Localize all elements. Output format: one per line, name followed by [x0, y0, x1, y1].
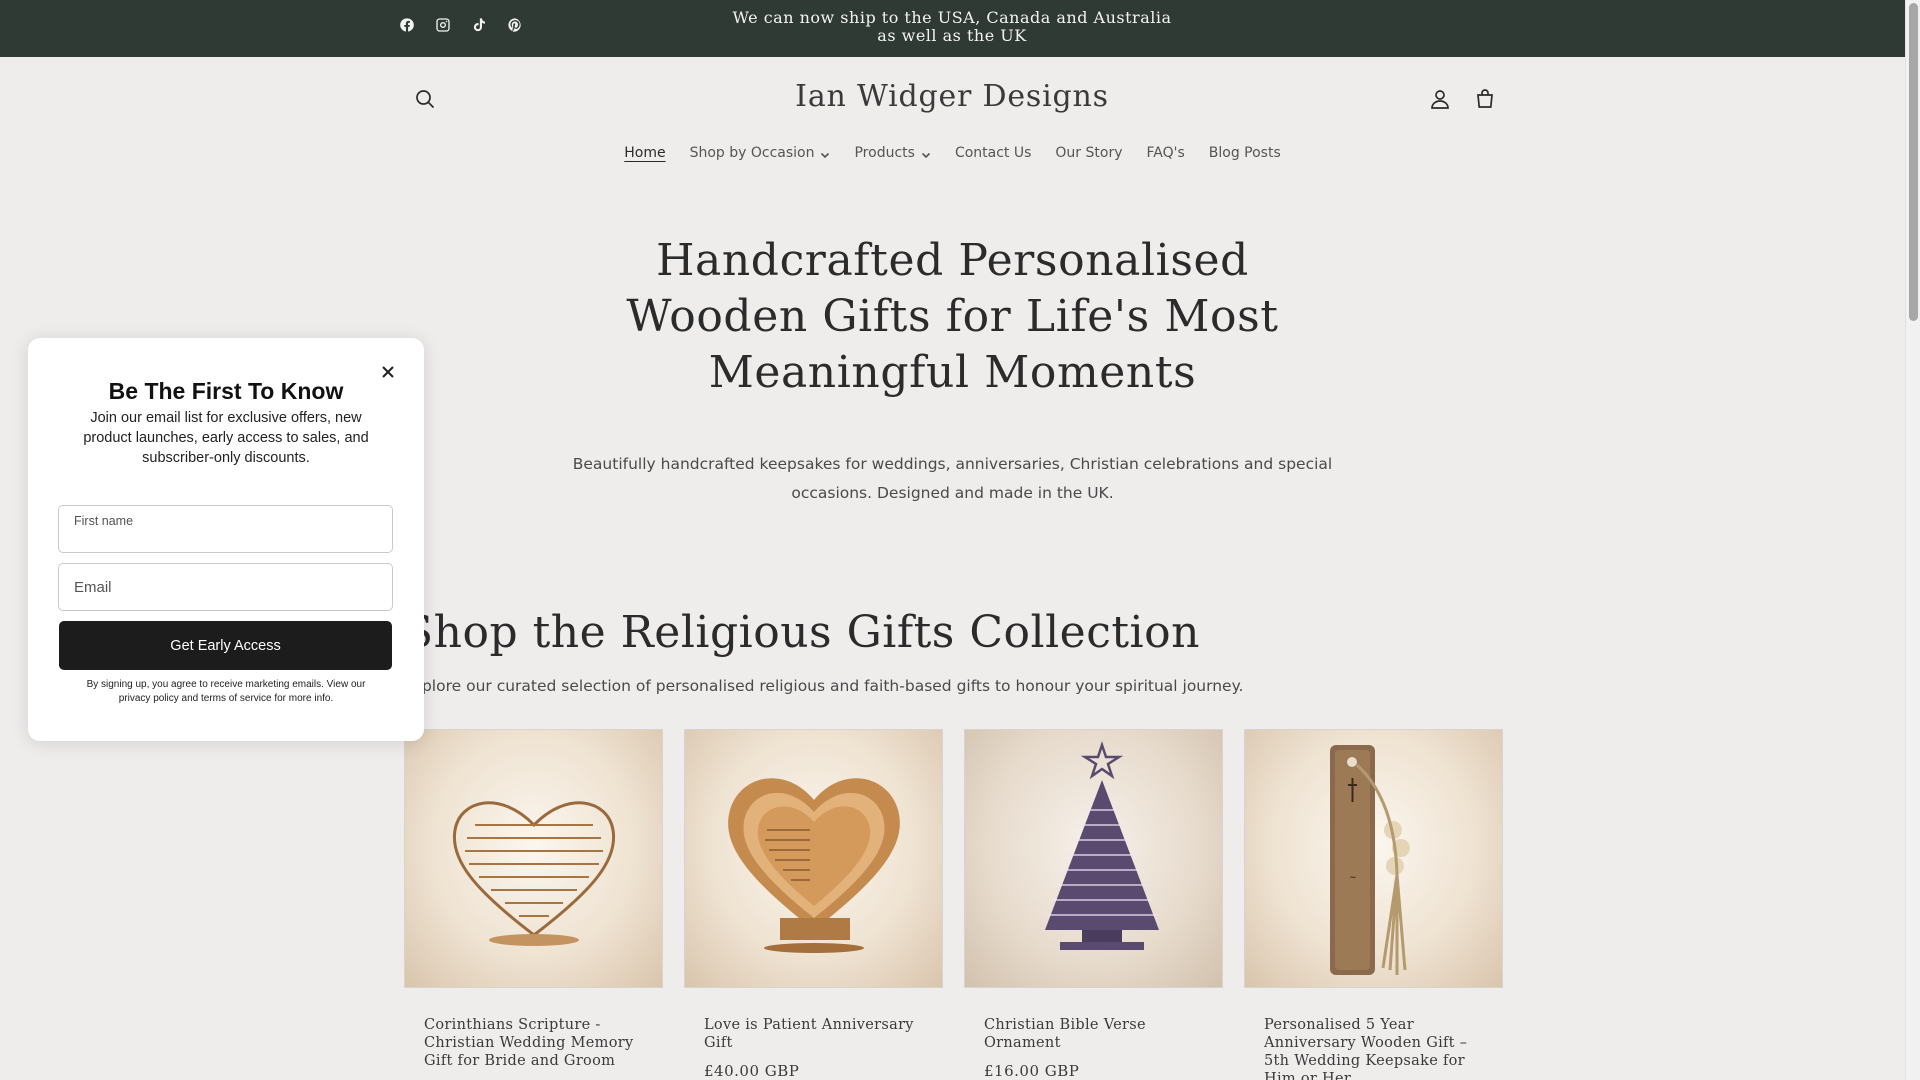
nav-contact-us[interactable]: Contact Us — [943, 142, 1043, 164]
popup-body: Join our email list for exclusive offers… — [83, 410, 369, 466]
popup-title: Be The First To Know — [108, 378, 344, 404]
page-scrollbar[interactable] — [1905, 0, 1920, 1080]
product-price: £40.00 GBP — [704, 1062, 800, 1080]
announcement-bar: We can now ship to the USA, Canada and A… — [0, 0, 1905, 57]
tiktok-icon[interactable] — [470, 16, 488, 34]
scrollbar-thumb[interactable] — [1909, 3, 1918, 321]
product-card[interactable]: Christian Bible Verse Ornament £16.00 GB… — [964, 729, 1223, 1080]
collection-title: Shop the Religious Gifts Collection — [403, 607, 1200, 658]
nav-faqs[interactable]: FAQ's — [1135, 142, 1197, 164]
nav-our-story[interactable]: Our Story — [1043, 142, 1134, 164]
product-image[interactable] — [964, 729, 1223, 988]
first-name-input[interactable] — [59, 506, 392, 552]
brand-logo[interactable]: Ian Widger Designs — [752, 79, 1152, 114]
instagram-icon[interactable] — [434, 16, 452, 34]
product-card[interactable]: ~ Personalised 5 Year Anniversary Wooden… — [1244, 729, 1503, 1080]
pinterest-icon[interactable] — [506, 16, 524, 34]
product-card[interactable]: Love is Patient Anniversary Gift £40.00 … — [684, 729, 943, 1080]
product-image[interactable] — [684, 729, 943, 988]
nav-label: FAQ's — [1146, 145, 1185, 161]
announcement-text: We can now ship to the USA, Canada and A… — [732, 8, 1172, 45]
product-image[interactable]: ~ — [1244, 729, 1503, 988]
hero-subtitle: Beautifully handcrafted keepsakes for we… — [572, 455, 1333, 502]
chevron-down-icon — [921, 148, 931, 159]
svg-text:~: ~ — [1349, 873, 1357, 883]
product-title[interactable]: Love is Patient Anniversary Gift — [704, 1016, 923, 1052]
nav-label: Products — [854, 145, 915, 161]
get-early-access-button[interactable]: Get Early Access — [59, 621, 392, 670]
product-title[interactable]: Personalised 5 Year Anniversary Wooden G… — [1264, 1016, 1483, 1080]
chevron-down-icon — [820, 148, 830, 159]
nav-label: Our Story — [1055, 145, 1123, 161]
nav-blog-posts[interactable]: Blog Posts — [1197, 142, 1293, 164]
main-navigation: Home Shop by Occasion Products Contact U… — [0, 142, 1905, 164]
facebook-icon[interactable] — [398, 16, 416, 34]
product-grid: Corinthians Scripture - Christian Weddin… — [404, 729, 1503, 1080]
nav-label: Blog Posts — [1208, 145, 1281, 161]
hero-title: Handcrafted Personalised Wooden Gifts fo… — [626, 235, 1279, 398]
email-field[interactable] — [58, 563, 393, 611]
product-image[interactable] — [404, 729, 663, 988]
nav-label: Contact Us — [954, 145, 1032, 161]
nav-home[interactable]: Home — [612, 142, 677, 164]
nav-label: Home — [624, 145, 666, 161]
collection-subtitle: Explore our curated selection of persona… — [403, 677, 1244, 695]
cart-icon[interactable] — [1471, 85, 1499, 113]
product-card[interactable]: Corinthians Scripture - Christian Weddin… — [404, 729, 663, 1080]
nav-label: Shop by Occasion — [689, 145, 815, 161]
social-links — [398, 16, 524, 34]
first-name-field[interactable]: First name — [58, 505, 393, 553]
nav-shop-by-occasion[interactable]: Shop by Occasion — [678, 142, 843, 164]
account-icon[interactable] — [1426, 85, 1454, 113]
product-price: £16.00 GBP — [984, 1062, 1080, 1080]
search-icon[interactable] — [411, 85, 439, 113]
product-title[interactable]: Christian Bible Verse Ornament — [984, 1016, 1203, 1052]
product-title[interactable]: Corinthians Scripture - Christian Weddin… — [424, 1016, 643, 1070]
email-signup-popup: Be The First To Know Join our email list… — [28, 338, 424, 741]
popup-legal-text: By signing up, you agree to receive mark… — [86, 679, 366, 704]
site-header: Ian Widger Designs Home Shop by Occasion… — [0, 57, 1905, 197]
email-input[interactable] — [59, 564, 392, 610]
nav-products[interactable]: Products — [842, 142, 942, 164]
